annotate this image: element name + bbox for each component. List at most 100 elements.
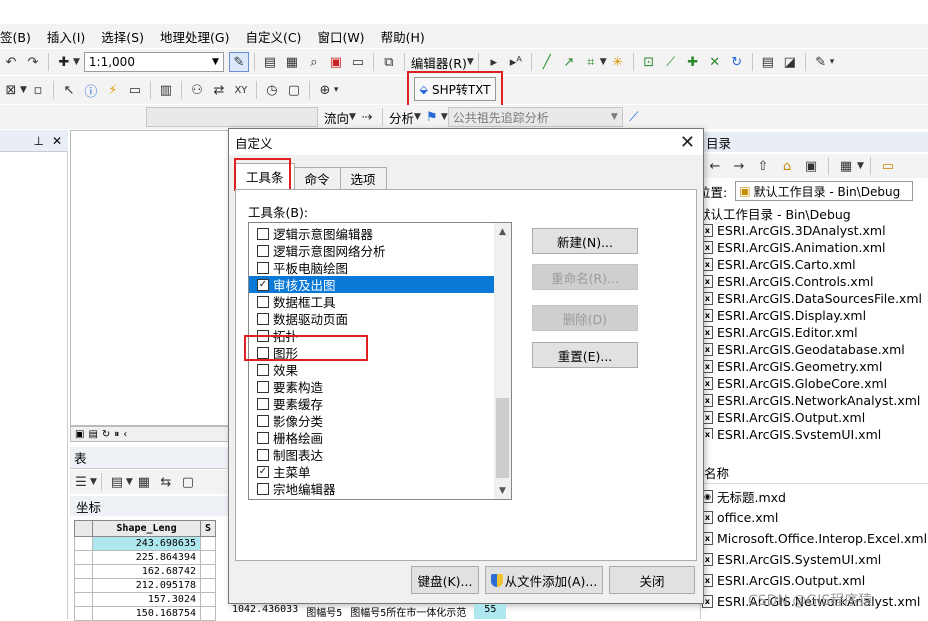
endpoint-arc-icon[interactable]: ↗ — [559, 52, 579, 72]
table-cell[interactable] — [199, 578, 217, 593]
table-of-contents-icon[interactable]: ▤ — [260, 52, 280, 72]
toolbar-list-item[interactable]: 要素缓存 — [249, 395, 495, 412]
clear-selection-icon[interactable]: ▢ — [178, 472, 198, 492]
checkbox[interactable] — [257, 431, 269, 444]
catalog-icon[interactable]: ▦ — [282, 52, 302, 72]
scroll-left-icon[interactable]: ‹ — [123, 429, 127, 440]
identify-icon[interactable]: ⓘ — [81, 80, 101, 100]
checkbox[interactable] — [257, 482, 269, 495]
table-cell[interactable]: 212.095178 — [92, 578, 201, 593]
trace-task-combo[interactable]: 公共祖先追踪分析 ▼ — [447, 107, 623, 127]
flow-menu[interactable]: 流向 — [324, 108, 349, 127]
switch-selection-icon[interactable]: ⇆ — [156, 472, 176, 492]
forward-icon[interactable]: → — [729, 156, 749, 176]
toolbar-list-item[interactable]: 逻辑示意图编辑器 — [249, 225, 495, 242]
editor-menu[interactable]: 编辑器(R) — [411, 53, 467, 72]
table-cell[interactable] — [199, 606, 217, 621]
table-cell[interactable] — [199, 536, 217, 551]
checkbox[interactable] — [257, 414, 269, 427]
toolbar-list-item[interactable]: 要素构造 — [249, 378, 495, 395]
add-from-file-button[interactable]: 从文件添加(A)... — [485, 566, 603, 594]
edit-vertices-icon[interactable]: ⊡ — [639, 52, 659, 72]
list-item[interactable]: x ESRI.ArcGIS.Output.xml — [700, 570, 928, 591]
list-item[interactable]: x office.xml — [700, 507, 928, 528]
checkbox[interactable]: ✓ — [257, 465, 269, 478]
layout-view-icon[interactable]: ▤ — [88, 429, 97, 440]
list-item[interactable]: x Microsoft.Office.Interop.Excel.xml — [700, 528, 928, 549]
chevron-down-icon[interactable]: ▼ — [441, 112, 448, 122]
table-row[interactable]: 157.3024 — [74, 592, 217, 607]
checkbox[interactable] — [257, 363, 269, 376]
tree-item[interactable]: x ESRI.ArcGIS.GlobeCore.xml — [700, 375, 928, 392]
editor-toolbar-icon[interactable]: ✎ — [228, 52, 249, 72]
menu-bookmarks[interactable]: 签(B) — [0, 27, 31, 46]
select-elements-icon[interactable]: ↖ — [59, 80, 79, 100]
folder-connection-icon[interactable]: ▣ — [801, 156, 821, 176]
row-selector[interactable] — [74, 578, 93, 593]
reset-toolbar-button[interactable]: 重置(E)... — [532, 342, 638, 368]
chevron-down-icon[interactable]: ▼ — [600, 57, 607, 67]
table-cell[interactable]: 225.864394 — [92, 550, 201, 565]
clear-selection-icon[interactable]: ▫ — [28, 80, 48, 100]
new-toolbar-button[interactable]: 新建(N)... — [532, 228, 638, 254]
table-cell[interactable] — [199, 592, 217, 607]
scroll-down-icon[interactable]: ▼ — [494, 482, 511, 499]
chevron-down-icon[interactable]: ▼ — [349, 112, 356, 122]
split-icon[interactable]: ✕ — [705, 52, 725, 72]
chevron-down-icon[interactable]: ▼ — [857, 161, 864, 171]
redo-icon[interactable]: ↷ — [23, 52, 43, 72]
chevron-down-icon[interactable]: ▼ — [90, 477, 97, 487]
pause-icon[interactable]: ⏸ — [114, 429, 119, 440]
add-data-icon[interactable]: ✚ — [54, 52, 74, 72]
map-scale-combo[interactable]: 1:1,000 ▼ — [83, 52, 224, 72]
checkbox[interactable] — [257, 312, 269, 325]
toolbar-list-item[interactable]: 宗地编辑器 — [249, 480, 495, 497]
tree-item[interactable]: x ESRI.ArcGIS.Geometry.xml — [700, 358, 928, 375]
tree-item[interactable]: x ESRI.ArcGIS.Controls.xml — [700, 273, 928, 290]
tree-item[interactable]: x ESRI.ArcGIS.3DAnalyst.xml — [700, 222, 928, 239]
close-icon[interactable]: ✕ — [680, 132, 695, 153]
flow-arrows-icon[interactable]: ⇢ — [357, 107, 377, 127]
reshape-icon[interactable]: ⟋ — [661, 52, 681, 72]
select-features-icon[interactable]: ⊠ — [1, 80, 21, 100]
table-row[interactable]: 225.864394 — [74, 550, 217, 565]
shp-to-txt-button[interactable]: ⬙ SHP转TXT — [414, 77, 496, 101]
list-item[interactable]: ◉ 无标题.mxd — [700, 486, 928, 507]
tree-item[interactable]: x ESRI.ArcGIS.Editor.xml — [700, 324, 928, 341]
column-header[interactable]: S — [199, 520, 217, 537]
search-window-icon[interactable]: ⌕ — [304, 52, 324, 72]
go-to-xy-icon[interactable]: XY — [231, 80, 251, 100]
delete-toolbar-button[interactable]: 删除(D) — [532, 305, 638, 331]
row-selector[interactable] — [74, 564, 93, 579]
table-row[interactable]: 150.168754 — [74, 606, 217, 621]
contents-name-header[interactable]: 名称 — [700, 462, 928, 484]
tree-item[interactable]: x ESRI.ArcGIS.Display.xml — [700, 307, 928, 324]
trace-icon[interactable]: ⌗ — [581, 52, 601, 72]
menu-selection[interactable]: 选择(S) — [101, 27, 144, 46]
chevron-down-icon[interactable]: ▼ — [414, 112, 421, 122]
point-icon[interactable]: ✳ — [608, 52, 628, 72]
toolbar-list-item[interactable]: ✓ 审核及出图 — [249, 276, 495, 293]
table-row[interactable]: 212.095178 — [74, 578, 217, 593]
list-item[interactable]: x ESRI.ArcGIS.SystemUI.xml — [700, 549, 928, 570]
analysis-menu[interactable]: 分析 — [389, 108, 414, 127]
row-selector[interactable] — [74, 536, 93, 551]
tree-root[interactable]: 默认工作目录 - Bin\Debug — [700, 205, 928, 222]
chevron-down-icon[interactable]: ▼ — [126, 477, 133, 487]
rotate-icon[interactable]: ↻ — [727, 52, 747, 72]
python-icon[interactable]: ▭ — [348, 52, 368, 72]
scrollbar-thumb[interactable] — [496, 398, 509, 478]
toolbar-options-icon[interactable]: ▾ — [830, 57, 835, 67]
model-builder-icon[interactable]: ⧉ — [379, 52, 399, 72]
tab-commands[interactable]: 命令 — [293, 167, 341, 189]
chevron-down-icon[interactable]: ▼ — [20, 85, 27, 95]
related-tables-icon[interactable]: ▤ — [107, 472, 127, 492]
refresh-icon[interactable]: ↻ — [102, 429, 110, 440]
table-cell[interactable] — [199, 564, 217, 579]
checkbox[interactable] — [257, 448, 269, 461]
checkbox[interactable]: ✓ — [257, 278, 269, 291]
trace-flag-icon[interactable]: ⚑ — [422, 107, 442, 127]
close-button[interactable]: 关闭 — [609, 566, 695, 594]
menu-windows[interactable]: 窗口(W) — [317, 27, 364, 46]
row-selector[interactable] — [74, 592, 93, 607]
